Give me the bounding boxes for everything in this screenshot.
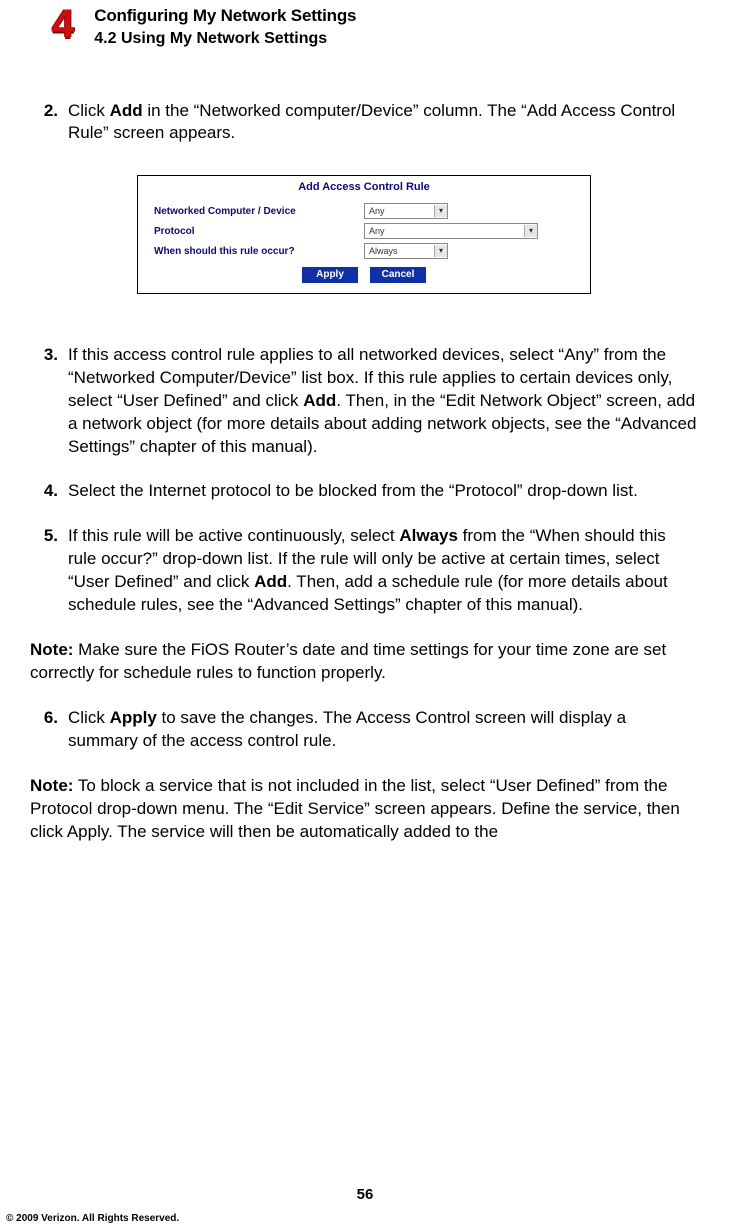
figure-row-protocol: Protocol Any ▾ <box>138 221 590 241</box>
step-number: 5. <box>30 525 68 617</box>
figure-title: Add Access Control Rule <box>138 176 590 201</box>
figure-buttons: Apply Cancel <box>138 261 590 293</box>
text: If this rule will be active continuously… <box>68 526 399 545</box>
note-text: To block a service that is not included … <box>30 776 680 841</box>
cancel-button[interactable]: Cancel <box>370 267 426 283</box>
content-area: 2. Click Add in the “Networked computer/… <box>22 100 700 844</box>
page-header: 4 Configuring My Network Settings 4.2 Us… <box>52 4 700 50</box>
note-2: Note: To block a service that is not inc… <box>30 775 698 844</box>
text: Click <box>68 101 110 120</box>
step-5: 5. If this rule will be active continuou… <box>30 525 698 617</box>
step-4: 4. Select the Internet protocol to be bl… <box>30 480 698 503</box>
figure-row-when: When should this rule occur? Always ▾ <box>138 241 590 261</box>
figure-label: Networked Computer / Device <box>154 205 364 219</box>
page-number: 56 <box>0 1185 730 1205</box>
step-3: 3. If this access control rule applies t… <box>30 344 698 459</box>
bold-apply: Apply <box>110 708 157 727</box>
add-access-control-rule-figure: Add Access Control Rule Networked Comput… <box>137 175 591 293</box>
chapter-number: 4 <box>52 4 74 44</box>
figure-wrap: Add Access Control Rule Networked Comput… <box>30 175 698 293</box>
step-text: If this rule will be active continuously… <box>68 525 698 617</box>
protocol-select[interactable]: Any ▾ <box>364 223 538 239</box>
step-number: 3. <box>30 344 68 459</box>
select-value: Any <box>369 225 385 237</box>
step-number: 2. <box>30 100 68 146</box>
bold-add: Add <box>303 391 336 410</box>
when-select[interactable]: Always ▾ <box>364 243 448 259</box>
step-text: If this access control rule applies to a… <box>68 344 698 459</box>
select-value: Always <box>369 245 398 257</box>
section-title: 4.2 Using My Network Settings <box>94 28 356 50</box>
chapter-title: Configuring My Network Settings <box>94 5 356 28</box>
text: Click <box>68 708 110 727</box>
note-1: Note: Make sure the FiOS Router’s date a… <box>30 639 698 685</box>
step-number: 4. <box>30 480 68 503</box>
note-label: Note: <box>30 640 73 659</box>
chevron-down-icon: ▾ <box>434 245 447 257</box>
figure-label: Protocol <box>154 225 364 239</box>
apply-button[interactable]: Apply <box>302 267 358 283</box>
bold-add: Add <box>110 101 143 120</box>
bold-always: Always <box>399 526 458 545</box>
figure-row-device: Networked Computer / Device Any ▾ <box>138 201 590 221</box>
select-value: Any <box>369 205 385 217</box>
text: Select the Internet protocol to be block… <box>68 481 638 500</box>
bold-add: Add <box>254 572 287 591</box>
step-text: Click Add in the “Networked computer/Dev… <box>68 100 698 146</box>
text: in the “Networked computer/Device” colum… <box>68 101 675 143</box>
device-select[interactable]: Any ▾ <box>364 203 448 219</box>
copyright-text: © 2009 Verizon. All Rights Reserved. <box>6 1212 179 1226</box>
note-text: Make sure the FiOS Router’s date and tim… <box>30 640 666 682</box>
step-2: 2. Click Add in the “Networked computer/… <box>30 100 698 146</box>
figure-label: When should this rule occur? <box>154 245 364 259</box>
step-text: Select the Internet protocol to be block… <box>68 480 698 503</box>
step-6: 6. Click Apply to save the changes. The … <box>30 707 698 753</box>
chevron-down-icon: ▾ <box>524 225 537 237</box>
note-label: Note: <box>30 776 73 795</box>
header-titles: Configuring My Network Settings 4.2 Usin… <box>94 4 356 50</box>
chevron-down-icon: ▾ <box>434 205 447 217</box>
step-text: Click Apply to save the changes. The Acc… <box>68 707 698 753</box>
step-number: 6. <box>30 707 68 753</box>
